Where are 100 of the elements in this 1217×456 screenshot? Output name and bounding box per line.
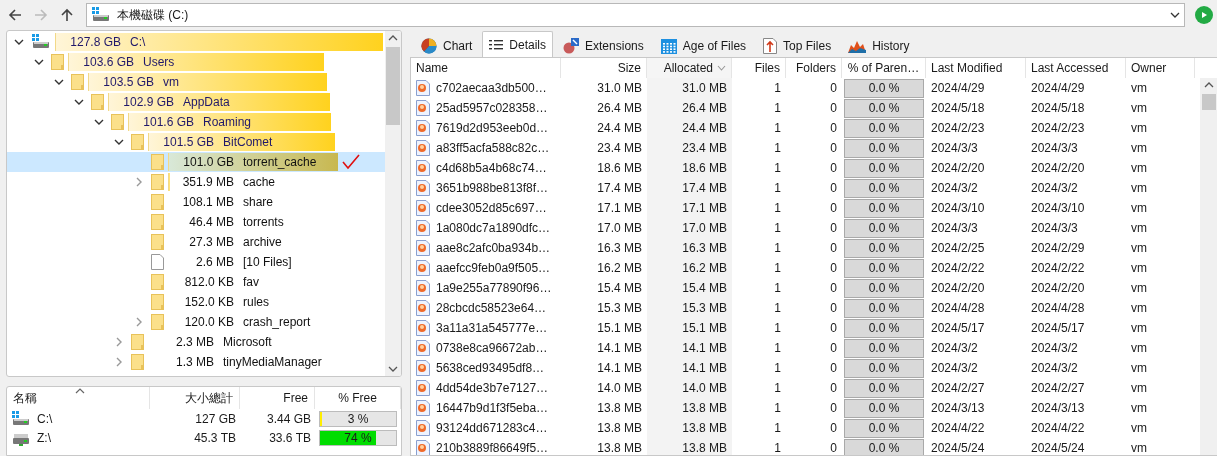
table-cell: 15.3 MB <box>647 298 732 318</box>
tab[interactable]: Chart <box>414 33 480 57</box>
tree-row[interactable]: 103.6 GB Users <box>7 52 385 72</box>
column-header[interactable]: Allocated <box>647 58 732 78</box>
folder-size: 812.0 KB <box>183 275 234 289</box>
table-cell-text: vm <box>1130 180 1148 197</box>
folder-size: 101.0 GB <box>182 155 234 169</box>
tree-row[interactable]: 120.0 KB crash_report <box>7 312 385 332</box>
table-cell-text: 15.3 MB <box>596 300 643 317</box>
play-icon[interactable] <box>1200 11 1208 19</box>
scrollbar-thumb[interactable] <box>1201 94 1216 110</box>
folder-name: BitComet <box>223 135 273 149</box>
file-icon <box>416 240 430 256</box>
table-cell: 14.1 MB <box>647 338 732 358</box>
tree-row[interactable]: 2.6 MB [10 Files] <box>7 252 385 272</box>
chevron-right-icon[interactable] <box>134 177 144 187</box>
tab[interactable]: History <box>841 33 917 57</box>
table-cell-text: 2024/3/13 <box>1030 400 1086 417</box>
table-cell-text: 0 <box>829 220 838 237</box>
file-name: 5638ced93495df8… <box>436 361 545 375</box>
pie-chart-icon <box>421 37 437 54</box>
table-cell-text: 2024/4/29 <box>1030 80 1086 97</box>
table-cell-text: 14.1 MB <box>596 340 643 357</box>
tree-row[interactable]: 152.0 KB rules <box>7 292 385 312</box>
folder-icon <box>151 154 164 170</box>
percent-bar: 0.0 % <box>844 138 924 158</box>
tab[interactable]: Age of Files <box>653 33 754 57</box>
folder-size: 102.9 GB <box>122 95 174 109</box>
table-cell-text: vm <box>1130 440 1148 455</box>
tree-row[interactable]: 101.0 GB torrent_cache <box>7 152 385 172</box>
table-cell-text: 2024/2/25 <box>930 240 986 257</box>
folder-icon <box>151 314 164 330</box>
tree-row[interactable]: 101.6 GB Roaming <box>7 112 385 132</box>
file-name: 16447b9d1f3f5eba… <box>436 401 549 415</box>
percent-bar: 0.0 % <box>844 418 924 438</box>
tree-row[interactable]: 101.5 GB BitComet <box>7 132 385 152</box>
go-button[interactable] <box>1195 6 1213 24</box>
file-name: 93124dd671283c4… <box>436 421 548 435</box>
tree-row[interactable]: 27.3 MB archive <box>7 232 385 252</box>
column-header[interactable]: Free <box>240 387 315 409</box>
folder-icon <box>71 74 84 90</box>
folder-icon <box>151 274 164 290</box>
table-cell: 24.4 MB <box>647 118 732 138</box>
table-cell-text: 0 <box>829 380 838 397</box>
dropdown-caret-icon[interactable] <box>1170 11 1180 19</box>
file-name: 3651b988be813f8f… <box>436 181 549 195</box>
folder-name: tinyMediaManager <box>223 355 322 369</box>
column-header[interactable]: 名稱 <box>7 387 150 409</box>
table-cell-text: 16.2 MB <box>596 260 643 277</box>
tree-row[interactable]: 1.3 MB tinyMediaManager <box>7 352 385 372</box>
scrollbar-thumb[interactable] <box>386 47 400 125</box>
tree-row[interactable]: 102.9 GB AppData <box>7 92 385 112</box>
table-cell-text: 1 <box>773 120 782 137</box>
table-cell-text: 1 <box>773 200 782 217</box>
file-icon <box>416 220 430 236</box>
table-cell: 13.8 MB <box>647 438 732 455</box>
table-cell-text: 2024/2/29 <box>1030 240 1086 257</box>
tree-row[interactable]: 351.9 MB cache <box>7 172 385 192</box>
folder-name: C:\ <box>130 35 146 49</box>
tab[interactable]: Top Files <box>756 33 839 57</box>
folder-size: 1.3 MB <box>175 355 214 369</box>
file-icon <box>416 320 430 336</box>
tree-row[interactable]: 127.8 GB C:\ <box>7 32 385 52</box>
table-cell-text: vm <box>1130 280 1148 297</box>
tab[interactable]: Details <box>482 31 554 57</box>
file-name: a83ff5acfa588c82c… <box>436 141 550 155</box>
file-name: 210b3889f86649f5… <box>436 441 549 455</box>
tree-row[interactable]: 103.5 GB vm <box>7 72 385 92</box>
file-icon <box>416 260 430 276</box>
tree-row[interactable]: 2.3 MB Microsoft <box>7 332 385 352</box>
tree-row[interactable]: 46.4 MB torrents <box>7 212 385 232</box>
table-cell-text: 1 <box>773 380 782 397</box>
table-cell-text: 0 <box>829 420 838 437</box>
file-icon <box>416 180 430 196</box>
table-cell-text: 1 <box>773 220 782 237</box>
percent-bar: 0.0 % <box>844 238 924 258</box>
table-cell-text: 0 <box>829 100 838 117</box>
tree-row[interactable]: 108.1 MB share <box>7 192 385 212</box>
tree-row[interactable]: 812.0 KB fav <box>7 272 385 292</box>
folder-icon <box>151 214 164 230</box>
folder-name: Users <box>143 55 175 69</box>
file-name: 28cbcdc58523e64… <box>436 301 547 315</box>
table-cell-text: 2024/3/10 <box>930 200 986 217</box>
table-cell-text: vm <box>1130 380 1148 397</box>
table-cell-text: 2024/2/23 <box>930 120 986 137</box>
tab[interactable]: Extensions <box>556 33 651 57</box>
column-header[interactable]: % Free <box>315 387 401 409</box>
folder-size: 101.6 GB <box>142 115 194 129</box>
table-cell-text: vm <box>1130 220 1148 237</box>
table-cell-text: 17.4 MB <box>596 180 643 197</box>
table-cell-text: 2024/3/2 <box>930 360 979 377</box>
folder-size: 2.3 MB <box>175 335 214 349</box>
file-icon <box>416 160 430 176</box>
address-field[interactable]: 本機磁碟 (C:) <box>86 3 1185 27</box>
folder-icon <box>151 194 164 210</box>
document-icon <box>151 254 164 270</box>
column-header[interactable]: 大小總計 <box>150 387 240 409</box>
file-icon <box>416 100 430 116</box>
table-cell-text: 1 <box>773 340 782 357</box>
folder-size: 120.0 KB <box>183 315 234 329</box>
